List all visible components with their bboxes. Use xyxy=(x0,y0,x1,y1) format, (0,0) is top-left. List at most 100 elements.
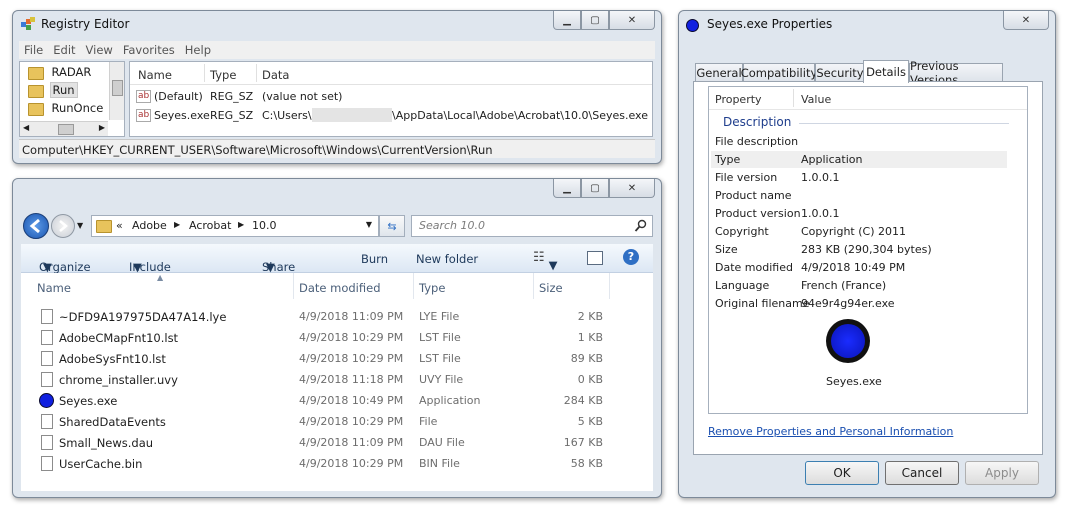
table-row[interactable]: ab Seyes.exe REG_SZ C:\Users\ \AppData\L… xyxy=(130,107,650,125)
detail-row[interactable]: File description xyxy=(711,133,1007,150)
apply-button[interactable]: Apply xyxy=(965,461,1039,485)
table-row[interactable]: AdobeSysFnt10.lst 4/9/2018 10:29 PM LST Fi… xyxy=(21,349,651,369)
close-button[interactable]: ✕ xyxy=(609,179,655,198)
menu-edit[interactable]: Edit xyxy=(48,41,80,59)
close-button[interactable]: ✕ xyxy=(1003,11,1049,30)
maximize-button[interactable]: ▢ xyxy=(581,179,609,198)
forward-button[interactable] xyxy=(51,214,75,238)
tab-security[interactable]: Security xyxy=(815,63,865,82)
col-size[interactable]: Size xyxy=(539,281,563,295)
table-row[interactable]: chrome_installer.uvy 4/9/2018 11:18 PM UVY… xyxy=(21,370,651,390)
table-row[interactable]: UserCache.bin 4/9/2018 10:29 PM BIN File 58… xyxy=(21,454,651,474)
registry-app-icon xyxy=(21,17,35,30)
cancel-button[interactable]: Cancel xyxy=(885,461,959,485)
detail-row[interactable]: Product name xyxy=(711,187,1007,204)
explorer-titlebar[interactable]: ▁ ▢ ✕ xyxy=(13,179,661,205)
detail-row[interactable]: Language French (France) xyxy=(711,277,1007,294)
help-icon[interactable]: ? xyxy=(623,249,639,265)
remove-properties-link[interactable]: Remove Properties and Personal Informati… xyxy=(708,425,953,438)
col-data[interactable]: Data xyxy=(262,68,289,82)
address-bar[interactable]: « Adobe ▶ Acrobat ▶ 10.0 ▼ xyxy=(91,215,379,237)
file-type: UVY File xyxy=(419,373,464,386)
search-input[interactable]: Search 10.0 xyxy=(419,219,485,232)
menu-help[interactable]: Help xyxy=(180,41,216,59)
detail-key: Product name xyxy=(715,189,792,202)
col-name[interactable]: Name xyxy=(138,68,172,82)
scroll-right-icon[interactable]: ▶ xyxy=(99,123,105,132)
detail-row[interactable]: Original filename 94e9r4g94er.exe xyxy=(711,295,1007,312)
ok-button[interactable]: OK xyxy=(805,461,879,485)
address-dropdown-icon[interactable]: ▼ xyxy=(366,220,372,229)
minimize-button[interactable]: ▁ xyxy=(553,11,581,30)
details-tab-page: Property Value Description File descript… xyxy=(693,81,1043,455)
details-list[interactable]: Property Value Description File descript… xyxy=(708,86,1028,414)
registry-values-pane[interactable]: Name Type Data ab (Default) REG_SZ (valu… xyxy=(129,61,653,137)
explorer-window: ▁ ▢ ✕ ▼ « Adobe ▶ Acrobat ▶ 10.0 ▼ ⇆ Sea… xyxy=(12,178,662,498)
file-icon xyxy=(41,372,53,387)
detail-row[interactable]: Product version 1.0.0.1 xyxy=(711,205,1007,222)
new-folder-button[interactable]: New folder xyxy=(416,252,478,266)
breadcrumb-adobe[interactable]: Adobe xyxy=(132,219,167,232)
recent-pages-dropdown-icon[interactable]: ▼ xyxy=(77,221,83,230)
properties-titlebar[interactable]: Seyes.exe Properties ✕ xyxy=(679,11,1055,37)
tab-compatibility[interactable]: Compatibility xyxy=(741,63,817,82)
detail-row[interactable]: Type Application xyxy=(711,151,1007,168)
col-name[interactable]: Name xyxy=(37,281,71,295)
tab-previous-versions[interactable]: Previous Versions xyxy=(909,59,1003,87)
preview-pane-icon[interactable] xyxy=(587,251,603,265)
file-type: BIN File xyxy=(419,457,460,470)
close-button[interactable]: ✕ xyxy=(609,11,655,30)
detail-value: French (France) xyxy=(801,279,887,292)
registry-tree-pane[interactable]: RADAR Run RunOnce ◀ ▶ xyxy=(19,61,125,137)
detail-key: Language xyxy=(715,279,770,292)
file-size: 167 KB xyxy=(563,436,603,449)
search-box[interactable]: Search 10.0 xyxy=(411,215,653,237)
detail-row[interactable]: Size 283 KB (290,304 bytes) xyxy=(711,241,1007,258)
scroll-left-icon[interactable]: ◀ xyxy=(23,123,29,132)
breadcrumb-separator-icon[interactable]: ▶ xyxy=(174,220,180,229)
col-type[interactable]: Type xyxy=(210,68,236,82)
detail-value: 283 KB (290,304 bytes) xyxy=(801,243,932,256)
tab-details[interactable]: Details xyxy=(863,60,909,83)
view-options-icon[interactable]: ☷ ▼ xyxy=(533,250,558,272)
breadcrumb-separator-icon[interactable]: ▶ xyxy=(238,220,244,229)
breadcrumb-acrobat[interactable]: Acrobat xyxy=(189,219,231,232)
col-type[interactable]: Type xyxy=(419,281,445,295)
burn-button[interactable]: Burn xyxy=(361,252,388,266)
tree-horizontal-scrollbar[interactable]: ◀ ▶ xyxy=(20,121,108,136)
menu-file[interactable]: File xyxy=(19,41,48,59)
back-button[interactable] xyxy=(23,213,49,239)
col-value[interactable]: Value xyxy=(801,93,831,106)
detail-row[interactable]: Date modified 4/9/2018 10:49 PM xyxy=(711,259,1007,276)
tree-vertical-scrollbar[interactable] xyxy=(109,62,124,120)
refresh-button[interactable]: ⇆ xyxy=(379,215,405,237)
menu-favorites[interactable]: Favorites xyxy=(118,41,180,59)
maximize-button[interactable]: ▢ xyxy=(581,11,609,30)
file-list[interactable]: Name ▲ Date modified Type Size ~DFD9A197… xyxy=(21,273,653,491)
table-row[interactable]: AdobeCMapFnt10.lst 4/9/2018 10:29 PM LST F… xyxy=(21,328,651,348)
registry-titlebar[interactable]: Registry Editor ▁ ▢ ✕ xyxy=(13,11,661,37)
tree-item-run[interactable]: Run xyxy=(28,82,78,98)
properties-window: Seyes.exe Properties ✕ General Compatibi… xyxy=(678,10,1056,498)
registry-statusbar: Computer\HKEY_CURRENT_USER\Software\Micr… xyxy=(19,139,655,158)
menu-view[interactable]: View xyxy=(81,41,118,59)
tab-general[interactable]: General xyxy=(695,63,743,82)
table-row[interactable]: SharedDataEvents 4/9/2018 10:29 PM File 5 K… xyxy=(21,412,651,432)
tree-item-runonce[interactable]: RunOnce xyxy=(28,101,103,116)
file-type: LST File xyxy=(419,352,461,365)
detail-row[interactable]: Copyright Copyright (C) 2011 xyxy=(711,223,1007,240)
minimize-button[interactable]: ▁ xyxy=(553,179,581,198)
table-row[interactable]: ab (Default) REG_SZ (value not set) xyxy=(130,88,650,106)
detail-row[interactable]: File version 1.0.0.1 xyxy=(711,169,1007,186)
file-icon xyxy=(41,456,53,471)
col-date[interactable]: Date modified xyxy=(299,281,381,295)
table-row[interactable]: Seyes.exe 4/9/2018 10:49 PM Application 284… xyxy=(21,391,651,411)
tree-item-radar[interactable]: RADAR xyxy=(28,65,91,80)
table-row[interactable]: ~DFD9A197975DA47A14.lye 4/9/2018 11:09 PM… xyxy=(21,307,651,327)
table-row[interactable]: Small_News.dau 4/9/2018 11:09 PM DAU File 1… xyxy=(21,433,651,453)
file-name: UserCache.bin xyxy=(59,457,143,471)
file-size: 284 KB xyxy=(563,394,603,407)
file-type: File xyxy=(419,415,438,428)
col-property[interactable]: Property xyxy=(715,93,762,106)
breadcrumb-10[interactable]: 10.0 xyxy=(252,219,277,232)
